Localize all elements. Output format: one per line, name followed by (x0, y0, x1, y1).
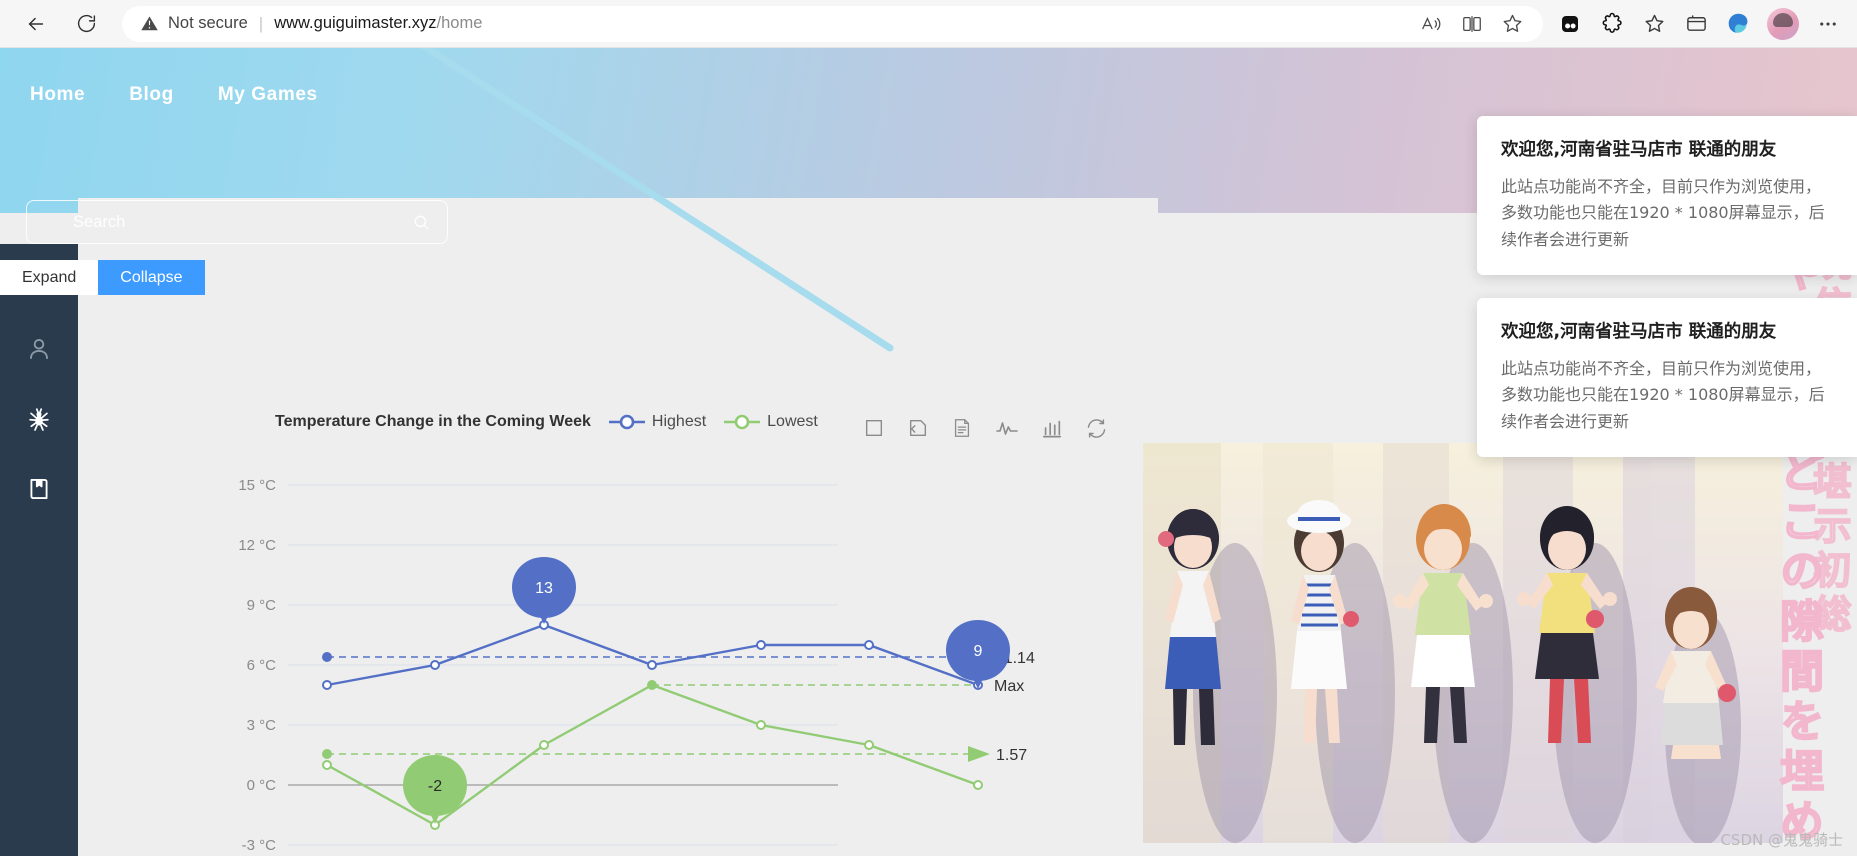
sidebar-item-profile[interactable] (0, 314, 78, 384)
toast-title: 欢迎您,河南省驻马店市 联通的朋友 (1501, 322, 1777, 342)
read-aloud-icon[interactable] (1415, 7, 1449, 41)
chart-y-axis-labels: 15 °C 12 °C 9 °C 6 °C 3 °C 0 °C -3 °C (238, 477, 276, 854)
ytick-3: 6 °C (247, 657, 277, 674)
browser-essentials-icon[interactable] (1677, 5, 1715, 43)
series-points-highest (322, 620, 983, 690)
browser-toolbar: Not secure | www.guiguimaster.xyz/home (0, 0, 1857, 48)
site-navigation: Home Blog My Games (30, 84, 318, 106)
book-bookmark-icon (30, 478, 48, 500)
left-sidebar (0, 244, 78, 856)
nav-home[interactable]: Home (30, 84, 85, 106)
ytick-6: -3 °C (242, 837, 277, 854)
favorites-icon[interactable] (1635, 5, 1673, 43)
chart-gridlines (288, 484, 838, 846)
markpoint-highest-min-label: 9 (974, 643, 983, 660)
chart-plot[interactable]: 15 °C 12 °C 9 °C 6 °C 3 °C 0 °C -3 °C Mo… (78, 198, 1158, 856)
search-box[interactable] (26, 200, 448, 244)
markpoint-highest-max-label: 13 (535, 580, 553, 597)
markpoint-lowest-min-label: -2 (428, 778, 442, 795)
favorite-star-icon[interactable] (1495, 7, 1529, 41)
edge-copilot-icon[interactable] (1719, 5, 1757, 43)
nav-blog[interactable]: Blog (129, 84, 174, 106)
address-bar[interactable]: Not secure | www.guiguimaster.xyz/home (122, 5, 1543, 42)
ytick-5: 0 °C (247, 777, 277, 794)
url-domain: www.guiguimaster.xyz (274, 14, 437, 32)
markline-lowest-start-dot (322, 749, 332, 759)
sidebar-item-spider[interactable] (0, 384, 78, 454)
search-input[interactable] (73, 212, 412, 232)
url-path: /home (436, 14, 483, 32)
markline-lowest-average-label: 1.57 (996, 747, 1027, 764)
notification-toast-1[interactable]: 欢迎您,河南省驻马店市 联通的朋友 此站点功能尚不齐全，目前只作为浏览使用，多数… (1477, 116, 1857, 276)
browser-actions (1551, 5, 1857, 43)
expand-collapse-tabs: Expand Collapse (0, 260, 205, 295)
markline-lowest-max-label: Max (994, 678, 1024, 695)
ytick-4: 3 °C (247, 717, 277, 734)
user-icon (30, 338, 48, 360)
toast-body: 此站点功能尚不齐全，目前只作为浏览使用，多数功能也只能在1920 * 1080屏… (1501, 177, 1825, 249)
split-screen-icon[interactable] (1455, 7, 1489, 41)
profile-avatar[interactable] (1767, 7, 1799, 40)
ytick-1: 12 °C (238, 537, 276, 554)
security-status-text: Not secure (168, 14, 248, 32)
page-content: Home Blog My Games Expand Collapse (0, 48, 1857, 856)
more-options-icon[interactable] (1809, 5, 1847, 43)
toast-title: 欢迎您,河南省驻马店市 联通的朋友 (1501, 140, 1777, 160)
markline-lowest-arrow (968, 746, 990, 762)
csdn-watermark: CSDN @鬼鬼骑士 (1720, 831, 1843, 849)
not-secure-warning-icon (140, 14, 159, 33)
extensions-icon[interactable] (1593, 5, 1631, 43)
collections-icon[interactable] (1551, 5, 1589, 43)
ytick-0: 15 °C (238, 477, 276, 494)
spider-icon (29, 408, 49, 431)
nav-my-games[interactable]: My Games (218, 84, 318, 106)
anime-illustration-svg (1143, 443, 1783, 843)
markpoint-highest-max[interactable]: 13 (512, 557, 576, 624)
url-text: www.guiguimaster.xyz/home (274, 14, 482, 33)
tab-expand[interactable]: Expand (0, 260, 99, 295)
back-button[interactable] (16, 4, 56, 44)
markline-highest-start-dot (322, 652, 332, 662)
ytick-2: 9 °C (247, 597, 277, 614)
anime-illustration (1143, 443, 1783, 843)
reload-button[interactable] (66, 4, 106, 44)
temperature-chart-card: Temperature Change in the Coming Week Hi… (78, 198, 1158, 856)
toast-body: 此站点功能尚不齐全，目前只作为浏览使用，多数功能也只能在1920 * 1080屏… (1501, 359, 1825, 431)
search-icon[interactable] (412, 213, 431, 232)
omnibox-separator: | (258, 13, 264, 33)
sidebar-item-bookmarks[interactable] (0, 454, 78, 524)
series-line-highest (326, 623, 979, 687)
tab-collapse[interactable]: Collapse (98, 260, 205, 295)
notification-toast-2[interactable]: 欢迎您,河南省驻马店市 联通的朋友 此站点功能尚不齐全，目前只作为浏览使用，多数… (1477, 298, 1857, 458)
